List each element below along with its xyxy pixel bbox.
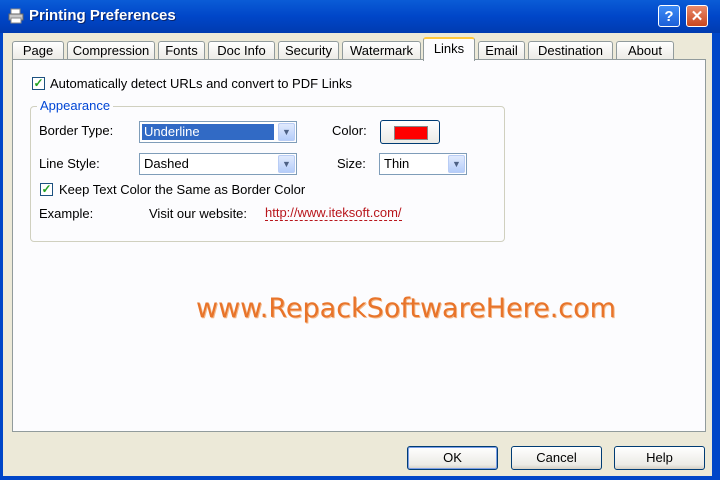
size-value: Thin xyxy=(384,156,410,171)
help-button[interactable]: Help xyxy=(614,446,705,470)
example-link[interactable]: http://www.iteksoft.com/ xyxy=(265,206,402,221)
color-picker-button[interactable] xyxy=(380,120,440,144)
border-type-select[interactable]: Underline ▼ xyxy=(139,121,297,143)
auto-detect-checkbox[interactable]: ✓ xyxy=(32,77,45,90)
line-style-label: Line Style: xyxy=(39,156,100,171)
example-text: Visit our website: xyxy=(149,206,248,221)
window-title: Printing Preferences xyxy=(29,7,176,24)
watermark-text: www.RepackSoftwareHere.com xyxy=(196,293,616,324)
line-style-select[interactable]: Dashed ▼ xyxy=(139,153,297,175)
appearance-group-title: Appearance xyxy=(37,98,114,113)
size-label: Size: xyxy=(337,156,366,171)
links-tab-panel: ✓ Automatically detect URLs and convert … xyxy=(12,59,706,432)
color-label: Color: xyxy=(332,123,367,138)
color-swatch xyxy=(394,126,428,140)
size-select[interactable]: Thin ▼ xyxy=(379,153,467,175)
window-border-bottom xyxy=(0,476,720,480)
tab-compression[interactable]: Compression xyxy=(67,41,155,59)
window-border-left xyxy=(0,33,3,480)
example-label: Example: xyxy=(39,206,94,221)
tab-doc-info[interactable]: Doc Info xyxy=(208,41,275,59)
tab-fonts[interactable]: Fonts xyxy=(158,41,205,59)
chevron-down-icon[interactable]: ▼ xyxy=(448,155,465,173)
tab-email[interactable]: Email xyxy=(478,41,525,59)
border-type-label: Border Type: xyxy=(39,123,114,138)
title-bar[interactable]: Printing Preferences ? ✕ xyxy=(0,0,720,33)
chevron-down-icon[interactable]: ▼ xyxy=(278,155,295,173)
tab-page[interactable]: Page xyxy=(12,41,64,59)
cancel-button[interactable]: Cancel xyxy=(511,446,602,470)
auto-detect-label: Automatically detect URLs and convert to… xyxy=(50,76,353,91)
ok-button[interactable]: OK xyxy=(407,446,498,470)
tab-watermark[interactable]: Watermark xyxy=(342,41,421,59)
printer-icon xyxy=(8,8,24,24)
tab-about[interactable]: About xyxy=(616,41,674,59)
close-icon[interactable]: ✕ xyxy=(686,5,708,27)
tab-links[interactable]: Links xyxy=(423,37,475,61)
help-icon[interactable]: ? xyxy=(658,5,680,27)
window-border-right xyxy=(712,33,720,480)
border-type-value: Underline xyxy=(142,124,274,140)
tab-security[interactable]: Security xyxy=(278,41,339,59)
chevron-down-icon[interactable]: ▼ xyxy=(278,123,295,141)
keep-color-label: Keep Text Color the Same as Border Color xyxy=(59,182,306,197)
keep-color-checkbox[interactable]: ✓ xyxy=(40,183,53,196)
line-style-value: Dashed xyxy=(144,156,189,171)
tab-destination[interactable]: Destination xyxy=(528,41,613,59)
